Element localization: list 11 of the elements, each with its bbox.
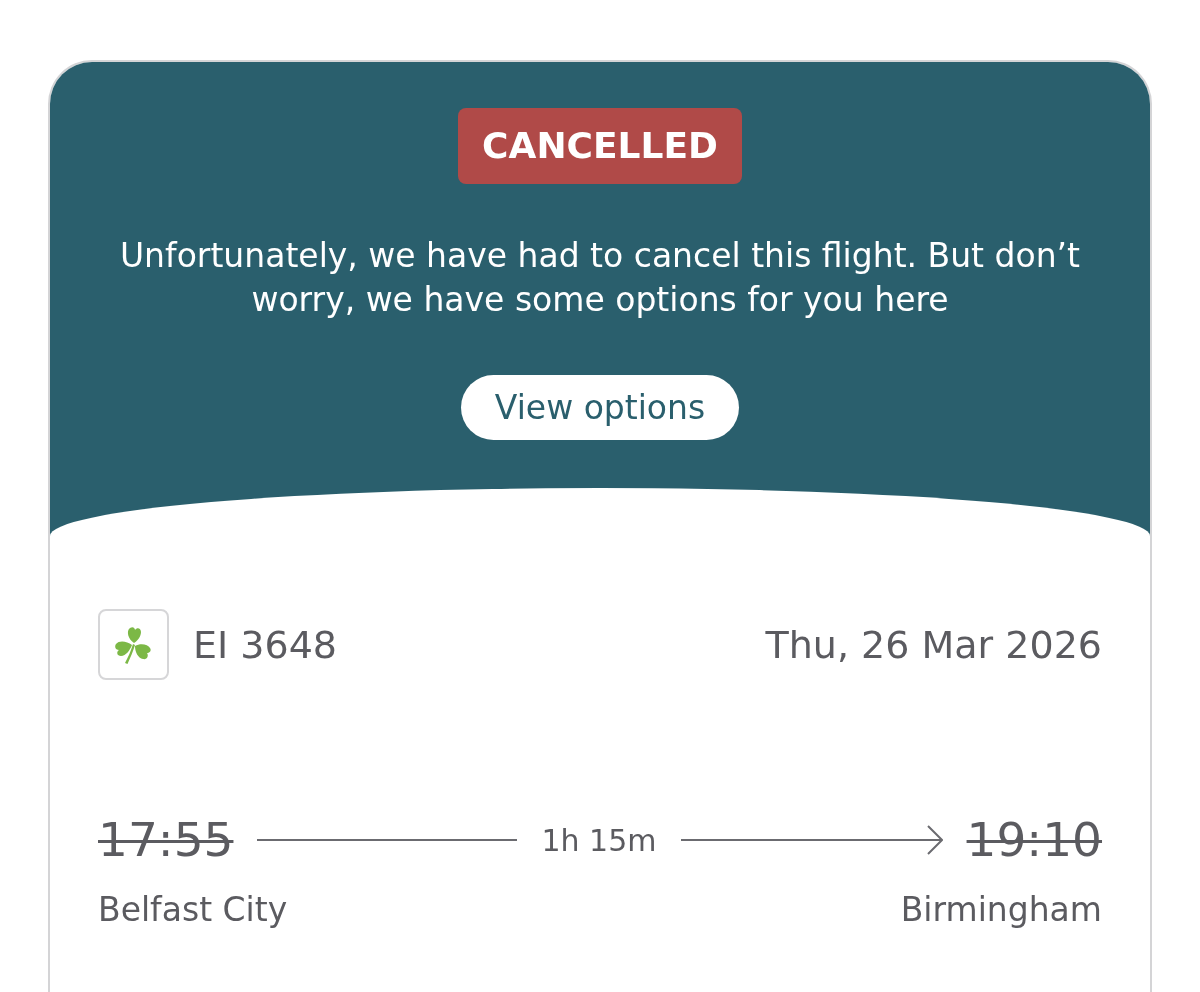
arrival-time: 19:10 (966, 811, 1102, 869)
departure-time: 17:55 (98, 811, 234, 869)
flight-date: Thu, 26 Mar 2026 (765, 621, 1102, 669)
flight-duration: 1h 15m (541, 821, 657, 860)
departure-airport: Belfast City (98, 890, 288, 930)
arrival-airport: Birmingham (900, 890, 1102, 930)
cancellation-message: Unfortunately, we have had to cancel this flight. But don’t worry, we have some options for you here (118, 235, 1082, 321)
flight-number: EI 3648 (193, 621, 337, 669)
shamrock-icon (98, 609, 169, 680)
status-badge: CANCELLED (458, 108, 742, 184)
view-options-button[interactable]: View options (460, 375, 740, 440)
